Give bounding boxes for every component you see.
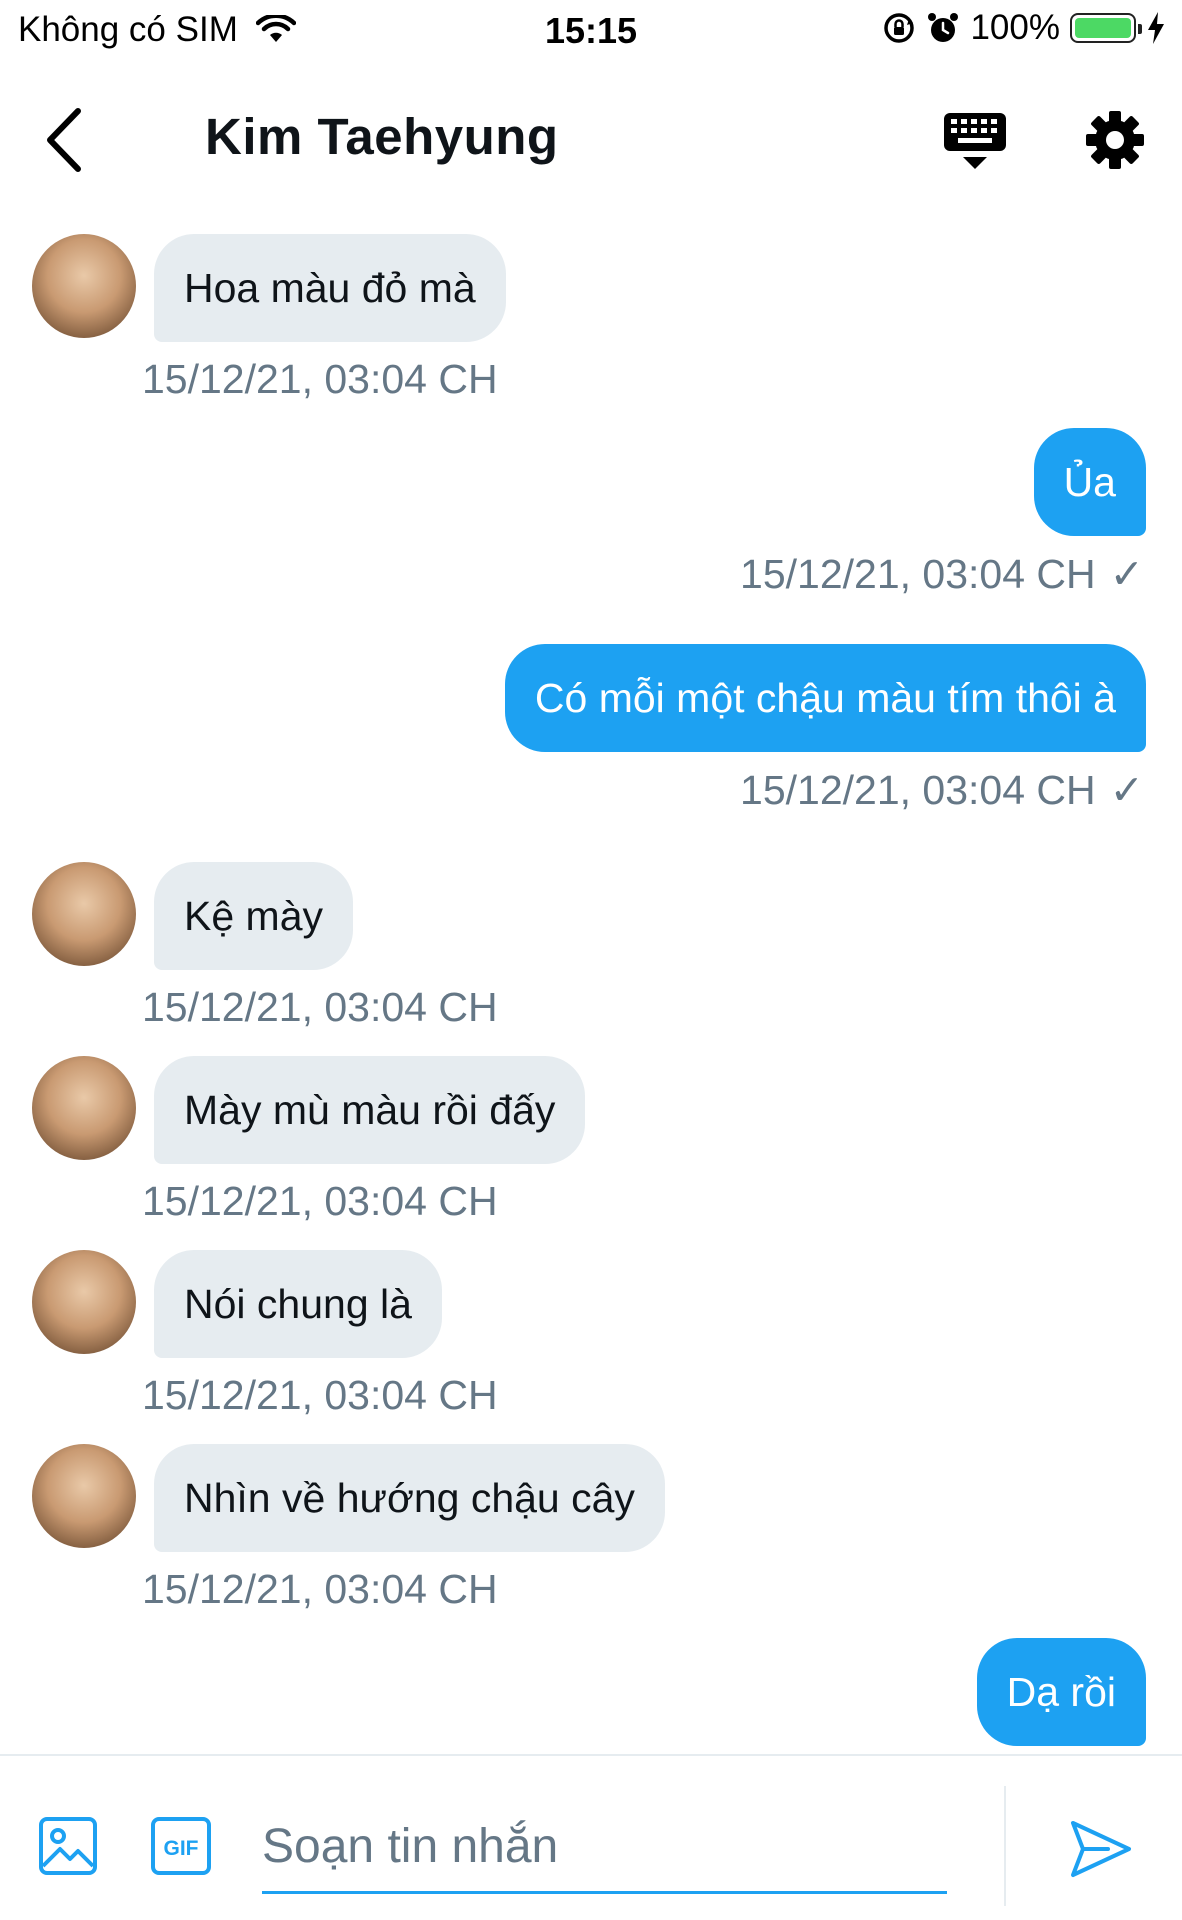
message-timestamp: 15/12/21, 03:04 CH (142, 1178, 498, 1224)
message-meta: 15/12/21, 03:04 CH ✓ (740, 766, 1144, 814)
message-meta: 15/12/21, 03:04 CH ✓ (740, 550, 1144, 598)
avatar (32, 1056, 136, 1160)
message-timestamp: 15/12/21, 03:04 CH (142, 984, 498, 1030)
message-list[interactable]: Hoa màu đỏ mà 15/12/21, 03:04 CH Ủa 15/1… (0, 220, 1182, 1746)
message-incoming: Nói chung là 15/12/21, 03:04 CH (0, 1250, 1182, 1420)
battery-icon (1070, 13, 1142, 43)
send-icon (1071, 1821, 1131, 1877)
message-incoming: Nhìn về hướng chậu cây 15/12/21, 03:04 C… (0, 1444, 1182, 1614)
message-timestamp: 15/12/21, 03:04 CH (740, 550, 1096, 597)
avatar (32, 1250, 136, 1354)
avatar (32, 862, 136, 966)
rotation-lock-icon (884, 13, 915, 43)
message-incoming: Kệ mày 15/12/21, 03:04 CH (0, 862, 1182, 1032)
battery-percent: 100% (970, 8, 1060, 47)
add-gif-button[interactable]: GIF (150, 1816, 212, 1876)
battery-nub (1138, 24, 1142, 34)
message-bubble[interactable]: Dạ rồi (976, 1638, 1146, 1746)
send-button[interactable] (1068, 1818, 1134, 1880)
message-incoming: Hoa màu đỏ mà 15/12/21, 03:04 CH (0, 234, 1182, 404)
chevron-left-icon (47, 108, 81, 172)
message-bubble[interactable]: Kệ mày (154, 862, 353, 970)
avatar (32, 234, 136, 338)
gear-icon (1086, 111, 1144, 169)
status-right: 100% (882, 8, 1166, 48)
dm-conversation-screen: Không có SIM 15:15 100% Kim Taehyung Hoa… (0, 0, 1182, 1920)
message-bubble[interactable]: Nói chung là (154, 1250, 442, 1358)
message-bubble[interactable]: Mày mù màu rồi đấy (154, 1056, 586, 1164)
read-check-icon: ✓ (1109, 551, 1144, 597)
message-bubble[interactable]: Nhìn về hướng chậu cây (154, 1444, 665, 1552)
read-check-icon: ✓ (1109, 767, 1144, 813)
page-title: Kim Taehyung (205, 108, 559, 165)
settings-button[interactable] (1080, 105, 1150, 175)
message-outgoing: Ủa 15/12/21, 03:04 CH ✓ (0, 428, 1182, 598)
message-outgoing: Có mỗi một chậu màu tím thôi à 15/12/21,… (0, 644, 1182, 814)
message-bubble[interactable]: Có mỗi một chậu màu tím thôi à (504, 644, 1146, 752)
gif-icon: GIF (151, 1817, 211, 1875)
image-icon (39, 1817, 97, 1875)
compose-message-input[interactable] (262, 1802, 947, 1894)
charging-bolt-icon (1148, 12, 1164, 44)
gif-label: GIF (164, 1837, 199, 1860)
alarm-icon (928, 13, 959, 42)
conversation-header: Kim Taehyung (0, 85, 1182, 195)
keyboard-icon (944, 113, 1006, 169)
message-incoming: Mày mù màu rồi đấy 15/12/21, 03:04 CH (0, 1056, 1182, 1226)
message-bubble[interactable]: Hoa màu đỏ mà (154, 234, 506, 342)
message-outgoing: Dạ rồi (0, 1638, 1182, 1748)
message-timestamp: 15/12/21, 03:04 CH (142, 356, 498, 402)
message-timestamp: 15/12/21, 03:04 CH (142, 1372, 498, 1418)
message-timestamp: 15/12/21, 03:04 CH (740, 766, 1096, 813)
status-bar: Không có SIM 15:15 100% (0, 0, 1182, 62)
battery-level (1075, 18, 1131, 38)
message-bubble[interactable]: Ủa (1033, 428, 1146, 536)
avatar (32, 1444, 136, 1548)
keyboard-button[interactable] (940, 107, 1010, 177)
message-timestamp: 15/12/21, 03:04 CH (142, 1566, 498, 1612)
back-button[interactable] (38, 103, 98, 178)
message-composer: GIF (0, 1754, 1182, 1920)
composer-divider (1004, 1786, 1006, 1906)
add-image-button[interactable] (38, 1816, 98, 1876)
